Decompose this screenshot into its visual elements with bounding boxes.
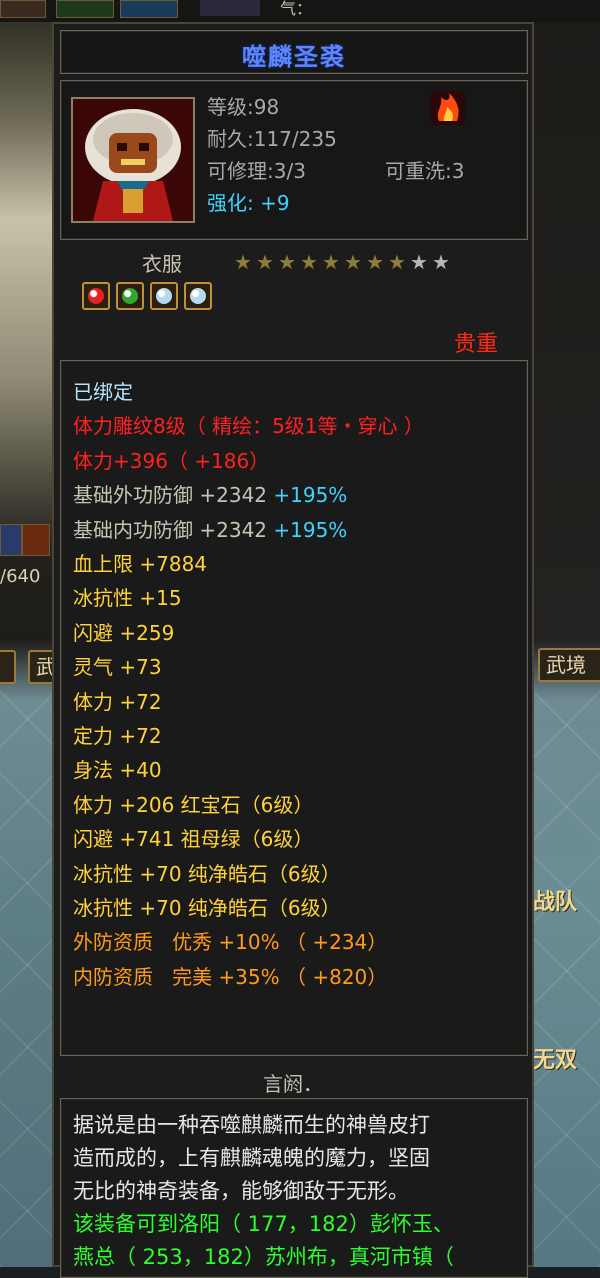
gem-sockets <box>82 282 218 314</box>
star-empty-icon: ★ <box>410 250 428 274</box>
item-tooltip: 噬麟圣裘 等级:98 耐久:117/235 可修理:3/3 可重洗:3 强化: … <box>52 22 534 1278</box>
gem-socket-icon[interactable] <box>150 282 178 310</box>
attribute-line: 体力雕纹8级（ 精绘：5级1等・穿心 ） <box>73 411 424 441</box>
attribute-bonus: +195% <box>267 483 348 508</box>
item-name: 噬麟圣裘 <box>242 43 346 71</box>
scene-banner-text: 无双 <box>533 1048 578 1073</box>
star-filled-icon: ★ <box>300 250 318 274</box>
attribute-bonus: +195% <box>267 517 348 542</box>
skill-slot-icon[interactable] <box>56 0 114 18</box>
star-filled-icon: ★ <box>322 250 340 274</box>
attribute-text: 血上限 +7884 <box>73 552 208 576</box>
top-toolbar: 气： <box>0 0 600 22</box>
item-header: 等级:98 耐久:117/235 可修理:3/3 可重洗:3 强化: +9 <box>60 80 528 240</box>
item-level: 等级:98 <box>207 95 280 119</box>
star-filled-icon: ★ <box>256 250 274 274</box>
attribute-line: 外防资质 优秀 +10% （ +234） <box>73 927 387 957</box>
star-filled-icon: ★ <box>344 250 362 274</box>
attribute-line: 冰抗性 +70 纯净皓石（6级） <box>73 893 341 923</box>
right-menu-button[interactable]: 武境 <box>538 648 600 682</box>
attribute-text: 基础内功防御 +2342 <box>73 517 268 542</box>
attribute-text: 基础外功防御 +2342 <box>73 483 268 508</box>
attribute-text: 体力雕纹8级（ 精绘：5级1等・穿心 ） <box>73 414 424 439</box>
star-filled-icon: ★ <box>388 250 406 274</box>
attribute-text: 闪避 +259 <box>73 620 175 645</box>
item-strength: 强化: +9 <box>207 191 290 215</box>
skill-slot-icon[interactable] <box>0 0 46 18</box>
description-line: 造而成的，上有麒麟魂魄的魔力，坚固 <box>73 1146 430 1170</box>
gem-socket-icon[interactable] <box>184 282 212 310</box>
attribute-text: 冰抗性 +15 <box>73 586 182 611</box>
item-portrait-icon <box>71 97 195 223</box>
attribute-line: 灵气 +73 <box>73 652 162 682</box>
item-rarity: 贵重 <box>453 332 498 357</box>
attribute-text: 冰抗性 +70 纯净皓石（6级） <box>73 861 341 886</box>
attribute-text: 体力 +72 <box>73 689 162 714</box>
scene-banner-text: 战队 <box>533 890 578 915</box>
skill-slot-icon[interactable] <box>200 0 260 16</box>
description-title: 言阏． <box>263 1072 323 1096</box>
attribute-line: 体力 +72 <box>73 687 162 717</box>
attribute-line: 血上限 +7884 <box>73 549 207 579</box>
buff-icon[interactable] <box>0 524 22 556</box>
description-location-line: 该装备可到洛阳（ 177，182）彭怀玉、 <box>73 1212 454 1236</box>
item-rewashable: 可重洗:3 <box>385 159 465 183</box>
gem-socket-icon[interactable] <box>116 282 144 310</box>
skill-slot-icon[interactable] <box>120 0 178 18</box>
attribute-text: 闪避 +741 祖母绿（6级） <box>73 827 314 852</box>
attribute-text: 已绑定 <box>73 380 133 404</box>
floor-tiles-right <box>533 690 600 1267</box>
description-line: 据说是由一种吞噬麒麟而生的神兽皮打 <box>73 1113 430 1137</box>
attribute-text: 身法 +40 <box>73 758 162 783</box>
attribute-text: 冰抗性 +70 纯净皓石（6级） <box>73 896 341 920</box>
attribute-line: 身法 +40 <box>73 755 162 785</box>
right-menu-button-label: 武境 <box>546 653 586 677</box>
attribute-line: 体力 +206 红宝石（6级） <box>73 790 313 820</box>
attribute-text: 定力 +72 <box>73 724 162 748</box>
gem-socket-icon[interactable] <box>82 282 110 310</box>
star-filled-icon: ★ <box>366 250 384 274</box>
attribute-line: 基础内功防御 +2342 +195% <box>73 515 347 545</box>
item-description: 据说是由一种吞噬麒麟而生的神兽皮打 造而成的，上有麒麟魂魄的魔力，坚固 无比的神奇装… <box>60 1098 528 1278</box>
attribute-line: 内防资质 完美 +35% （ +820） <box>73 962 387 992</box>
description-line: 无比的神奇装备，能够御敌于无形。 <box>73 1179 409 1203</box>
attribute-line: 闪避 +259 <box>73 618 174 648</box>
attribute-line: 定力 +72 <box>73 721 162 751</box>
side-button-partial[interactable] <box>0 650 16 684</box>
attribute-list: 已绑定体力雕纹8级（ 精绘：5级1等・穿心 ） 体力+396（ +186） 基础外功… <box>60 360 528 1056</box>
item-durability: 耐久:117/235 <box>207 127 337 151</box>
top-status-text: 气： <box>280 0 313 18</box>
attribute-text: 内防资质 完美 +35% （ +820） <box>73 964 388 989</box>
flame-badge-icon <box>431 91 465 125</box>
item-type-section: 衣服 ★ ★ ★ ★ ★ ★ ★ ★ ★ ★ 贵重 <box>60 246 528 357</box>
attribute-line: 冰抗性 +70 纯净皓石（6级） <box>73 859 341 889</box>
side-stat-text: /640 <box>0 566 41 587</box>
attribute-line: 体力+396（ +186） <box>73 446 269 476</box>
title-bar: 噬麟圣裘 <box>60 30 528 74</box>
floor-tiles-left <box>0 690 55 1267</box>
star-rating: ★ ★ ★ ★ ★ ★ ★ ★ ★ ★ <box>232 252 452 272</box>
attribute-line: 闪避 +741 祖母绿（6级） <box>73 824 313 854</box>
star-filled-icon: ★ <box>278 250 296 274</box>
item-repairable: 可修理:3/3 <box>207 159 306 183</box>
description-location-line: 燕总（ 253，182）苏州布，真河市镇（ <box>73 1245 454 1269</box>
attribute-line: 已绑定 <box>73 377 133 407</box>
attribute-line: 冰抗性 +15 <box>73 583 182 613</box>
fire-buff-icon[interactable] <box>22 524 50 556</box>
star-empty-icon: ★ <box>432 250 450 274</box>
attribute-text: 灵气 +73 <box>73 655 162 680</box>
attribute-line: 基础外功防御 +2342 +195% <box>73 480 347 510</box>
attribute-text: 体力+396（ +186） <box>73 448 270 473</box>
attribute-text: 体力 +206 红宝石（6级） <box>73 792 314 817</box>
attribute-text: 外防资质 优秀 +10% （ +234） <box>73 930 388 955</box>
star-filled-icon: ★ <box>234 250 252 274</box>
item-type: 衣服 <box>142 252 182 276</box>
